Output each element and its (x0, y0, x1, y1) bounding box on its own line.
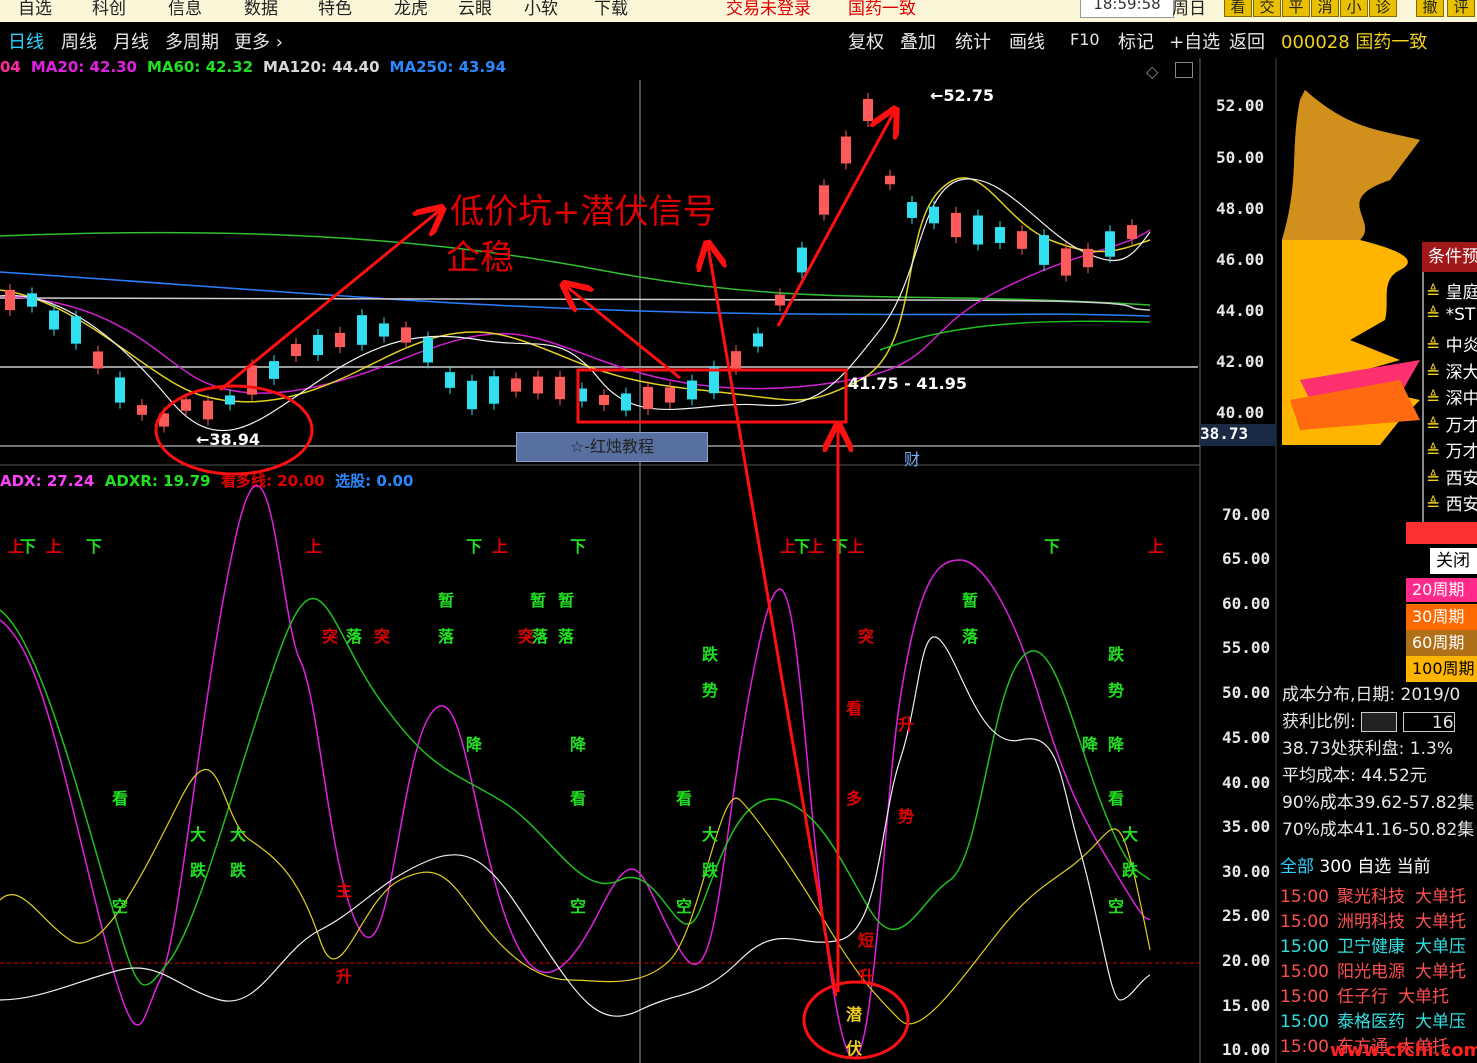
stock-list-row[interactable]: 15:00 泰格医药 大单压 (1280, 1007, 1476, 1032)
stock-action: 大单压 (1415, 937, 1466, 957)
period-60-legend[interactable]: 60周期 (1406, 630, 1477, 656)
low-circle (154, 384, 314, 476)
popup-list-item[interactable]: ≜ 深大 (1426, 358, 1477, 383)
stock-name: 聚光科技 (1337, 887, 1405, 907)
triangle-icon: ≜ (1426, 283, 1446, 303)
triangle-icon: ≜ (1426, 468, 1446, 489)
stock-time: 15:00 (1280, 912, 1329, 932)
profit-ratio-row: 获利比例: 16 (1276, 707, 1477, 734)
stock-action: 大单托 (1415, 962, 1466, 982)
profit-ratio-label: 获利比例: (1282, 712, 1356, 732)
popup-title: 条件预 (1422, 242, 1477, 272)
popup-list-item[interactable]: ≜ 万才 (1426, 437, 1477, 462)
period-30-legend[interactable]: 30周期 (1406, 604, 1477, 630)
triangle-icon: ≜ (1426, 415, 1446, 436)
consolidation-box (576, 368, 848, 424)
stock-list-row[interactable]: 15:00 阳光电源 大单托 (1280, 957, 1476, 982)
arrow-box-to-text (566, 286, 681, 380)
arrow-to-high (776, 112, 894, 327)
popup-close-button[interactable]: 关闭 (1430, 548, 1477, 574)
triangle-icon: ≜ (1426, 304, 1446, 325)
stock-time: 15:00 (1280, 987, 1329, 1007)
stock-time: 15:00 (1280, 937, 1329, 957)
cost-distribution-panel: 成本分布,日期: 2019/0 获利比例: 16 38.73处获利盘: 1.3%… (1276, 680, 1477, 842)
stock-list-row[interactable]: 15:00 任子行 大单托 (1280, 982, 1459, 1007)
stock-list-row[interactable]: 15:00 卫宁健康 大单压 (1280, 932, 1476, 957)
average-cost: 平均成本: 44.52元 (1282, 766, 1427, 786)
popup-list-item[interactable]: ≜ 深中 (1426, 384, 1477, 409)
tab-current[interactable]: 当前 (1397, 857, 1431, 877)
popup-list-item[interactable]: ≜ 万才 (1426, 411, 1477, 436)
stock-list-row[interactable]: 15:00 聚光科技 大单托 (1280, 882, 1476, 907)
stock-name: 洲明科技 (1337, 912, 1405, 932)
triangle-icon: ≜ (1426, 442, 1446, 462)
popup-list-item[interactable]: ≜ 西安 (1426, 464, 1477, 489)
arrow-signal-to-text (708, 246, 838, 997)
watermark: www.cfchi.com (1330, 1040, 1477, 1061)
stock-time: 15:00 (1280, 1012, 1329, 1032)
popup-item-label: 中炎 (1445, 336, 1477, 356)
stock-name: 任子行 (1337, 987, 1388, 1007)
popup-band-red (1406, 522, 1477, 544)
tab-all[interactable]: 全部 (1280, 857, 1314, 877)
cost-70: 70%成本41.16-50.82集 (1282, 820, 1475, 840)
stock-action: 大单托 (1415, 887, 1466, 907)
cost-date-line: 成本分布,日期: 2019/0 (1282, 685, 1461, 705)
stock-name: 卫宁健康 (1337, 937, 1405, 957)
list-tabs: 全部 300 自选 当前 (1280, 852, 1431, 877)
triangle-icon: ≜ (1426, 336, 1446, 356)
popup-list-item[interactable]: ≜ 中炎 (1426, 331, 1477, 356)
arrow-low-to-text (219, 210, 440, 392)
stock-time: 15:00 (1280, 1037, 1329, 1057)
popup-item-label: 西安 (1445, 468, 1477, 489)
popup-item-label: 万才 (1445, 415, 1477, 436)
signal-circle (802, 980, 910, 1060)
stock-action: 大单托 (1398, 987, 1449, 1007)
popup-list-item[interactable]: ≜ 西安 (1426, 490, 1477, 515)
popup-list-item[interactable]: ≜ *ST (1426, 305, 1475, 325)
triangle-icon: ≜ (1426, 389, 1446, 409)
popup-list-item[interactable]: ≜ 皇庭 (1426, 278, 1477, 303)
triangle-icon: ≜ (1426, 495, 1446, 515)
profit-at-price: 38.73处获利盘: 1.3% (1282, 739, 1453, 759)
list-count: 300 (1319, 857, 1352, 877)
stock-name: 阳光电源 (1337, 962, 1405, 982)
stock-action: 大单压 (1415, 1012, 1466, 1032)
cost-90: 90%成本39.62-57.82集 (1282, 793, 1475, 813)
triangle-icon: ≜ (1426, 362, 1446, 383)
popup-item-label: 深中 (1445, 389, 1477, 409)
stock-list-row[interactable]: 15:00 洲明科技 大单托 (1280, 907, 1476, 932)
popup-item-label: 西安 (1445, 495, 1477, 515)
profit-ratio-bar (1361, 712, 1398, 732)
popup-item-label: 深大 (1445, 362, 1477, 383)
stock-action: 大单托 (1415, 912, 1466, 932)
drawn-annotations (154, 0, 910, 1060)
stock-time: 15:00 (1280, 887, 1329, 907)
stock-name: 泰格医药 (1337, 1012, 1405, 1032)
popup-item-label: 万才 (1445, 442, 1477, 462)
popup-item-label: 皇庭 (1445, 283, 1477, 303)
period-100-legend[interactable]: 100周期 (1406, 656, 1477, 682)
popup-item-label: *ST (1445, 304, 1476, 325)
profit-ratio-value: 16 (1402, 712, 1455, 733)
tab-watch[interactable]: 自选 (1357, 857, 1391, 877)
period-20-legend[interactable]: 20周期 (1406, 578, 1477, 602)
stock-time: 15:00 (1280, 962, 1329, 982)
